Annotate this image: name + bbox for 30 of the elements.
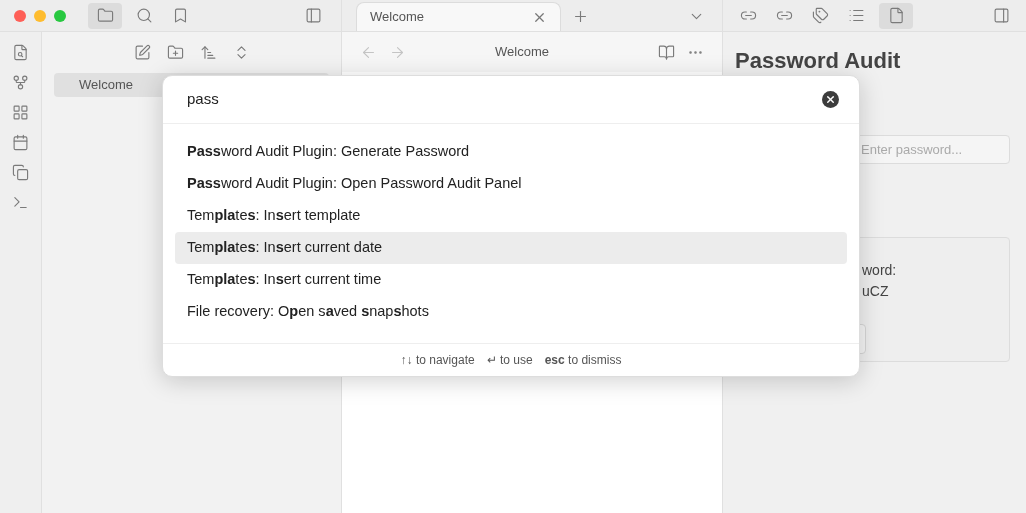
note-title: Welcome xyxy=(494,43,550,62)
command-item[interactable]: File recovery: Open saved snapshots xyxy=(175,296,847,328)
copy-icon[interactable] xyxy=(12,164,29,181)
new-note-icon[interactable] xyxy=(133,44,151,61)
file-search-icon[interactable] xyxy=(12,44,29,61)
result-text: uCZ xyxy=(862,282,890,301)
maximize-window-icon[interactable] xyxy=(54,9,66,22)
keyboard-hint: esc to dismiss xyxy=(544,352,622,369)
file-icon[interactable] xyxy=(879,2,913,29)
keyboard-hint: ↑↓ to navigate xyxy=(400,352,475,369)
panel-heading: Password Audit xyxy=(735,48,902,74)
new-folder-icon[interactable] xyxy=(166,44,184,61)
close-window-icon[interactable] xyxy=(14,9,26,22)
graph-icon[interactable] xyxy=(12,74,29,91)
command-item[interactable]: Password Audit Plugin: Generate Password xyxy=(175,136,847,168)
clear-icon[interactable] xyxy=(822,91,839,108)
terminal-icon[interactable] xyxy=(12,194,29,211)
folder-icon[interactable] xyxy=(88,2,122,29)
grid-icon[interactable] xyxy=(12,104,29,121)
command-item[interactable]: Templates: Insert current date xyxy=(175,232,847,264)
calendar-icon[interactable] xyxy=(12,134,29,151)
command-search-field[interactable]: pass xyxy=(187,88,822,111)
command-item[interactable]: Templates: Insert current time xyxy=(175,264,847,296)
command-item[interactable]: Password Audit Plugin: Open Password Audit Panel xyxy=(175,168,847,200)
keyboard-hint: ↵ to use xyxy=(486,352,533,369)
tab[interactable]: Welcome xyxy=(356,2,561,31)
command-item[interactable]: Templates: Insert template xyxy=(175,200,847,232)
sort-icon[interactable] xyxy=(199,44,217,61)
result-text: word: xyxy=(862,261,898,280)
reading-view-icon[interactable] xyxy=(658,43,675,61)
